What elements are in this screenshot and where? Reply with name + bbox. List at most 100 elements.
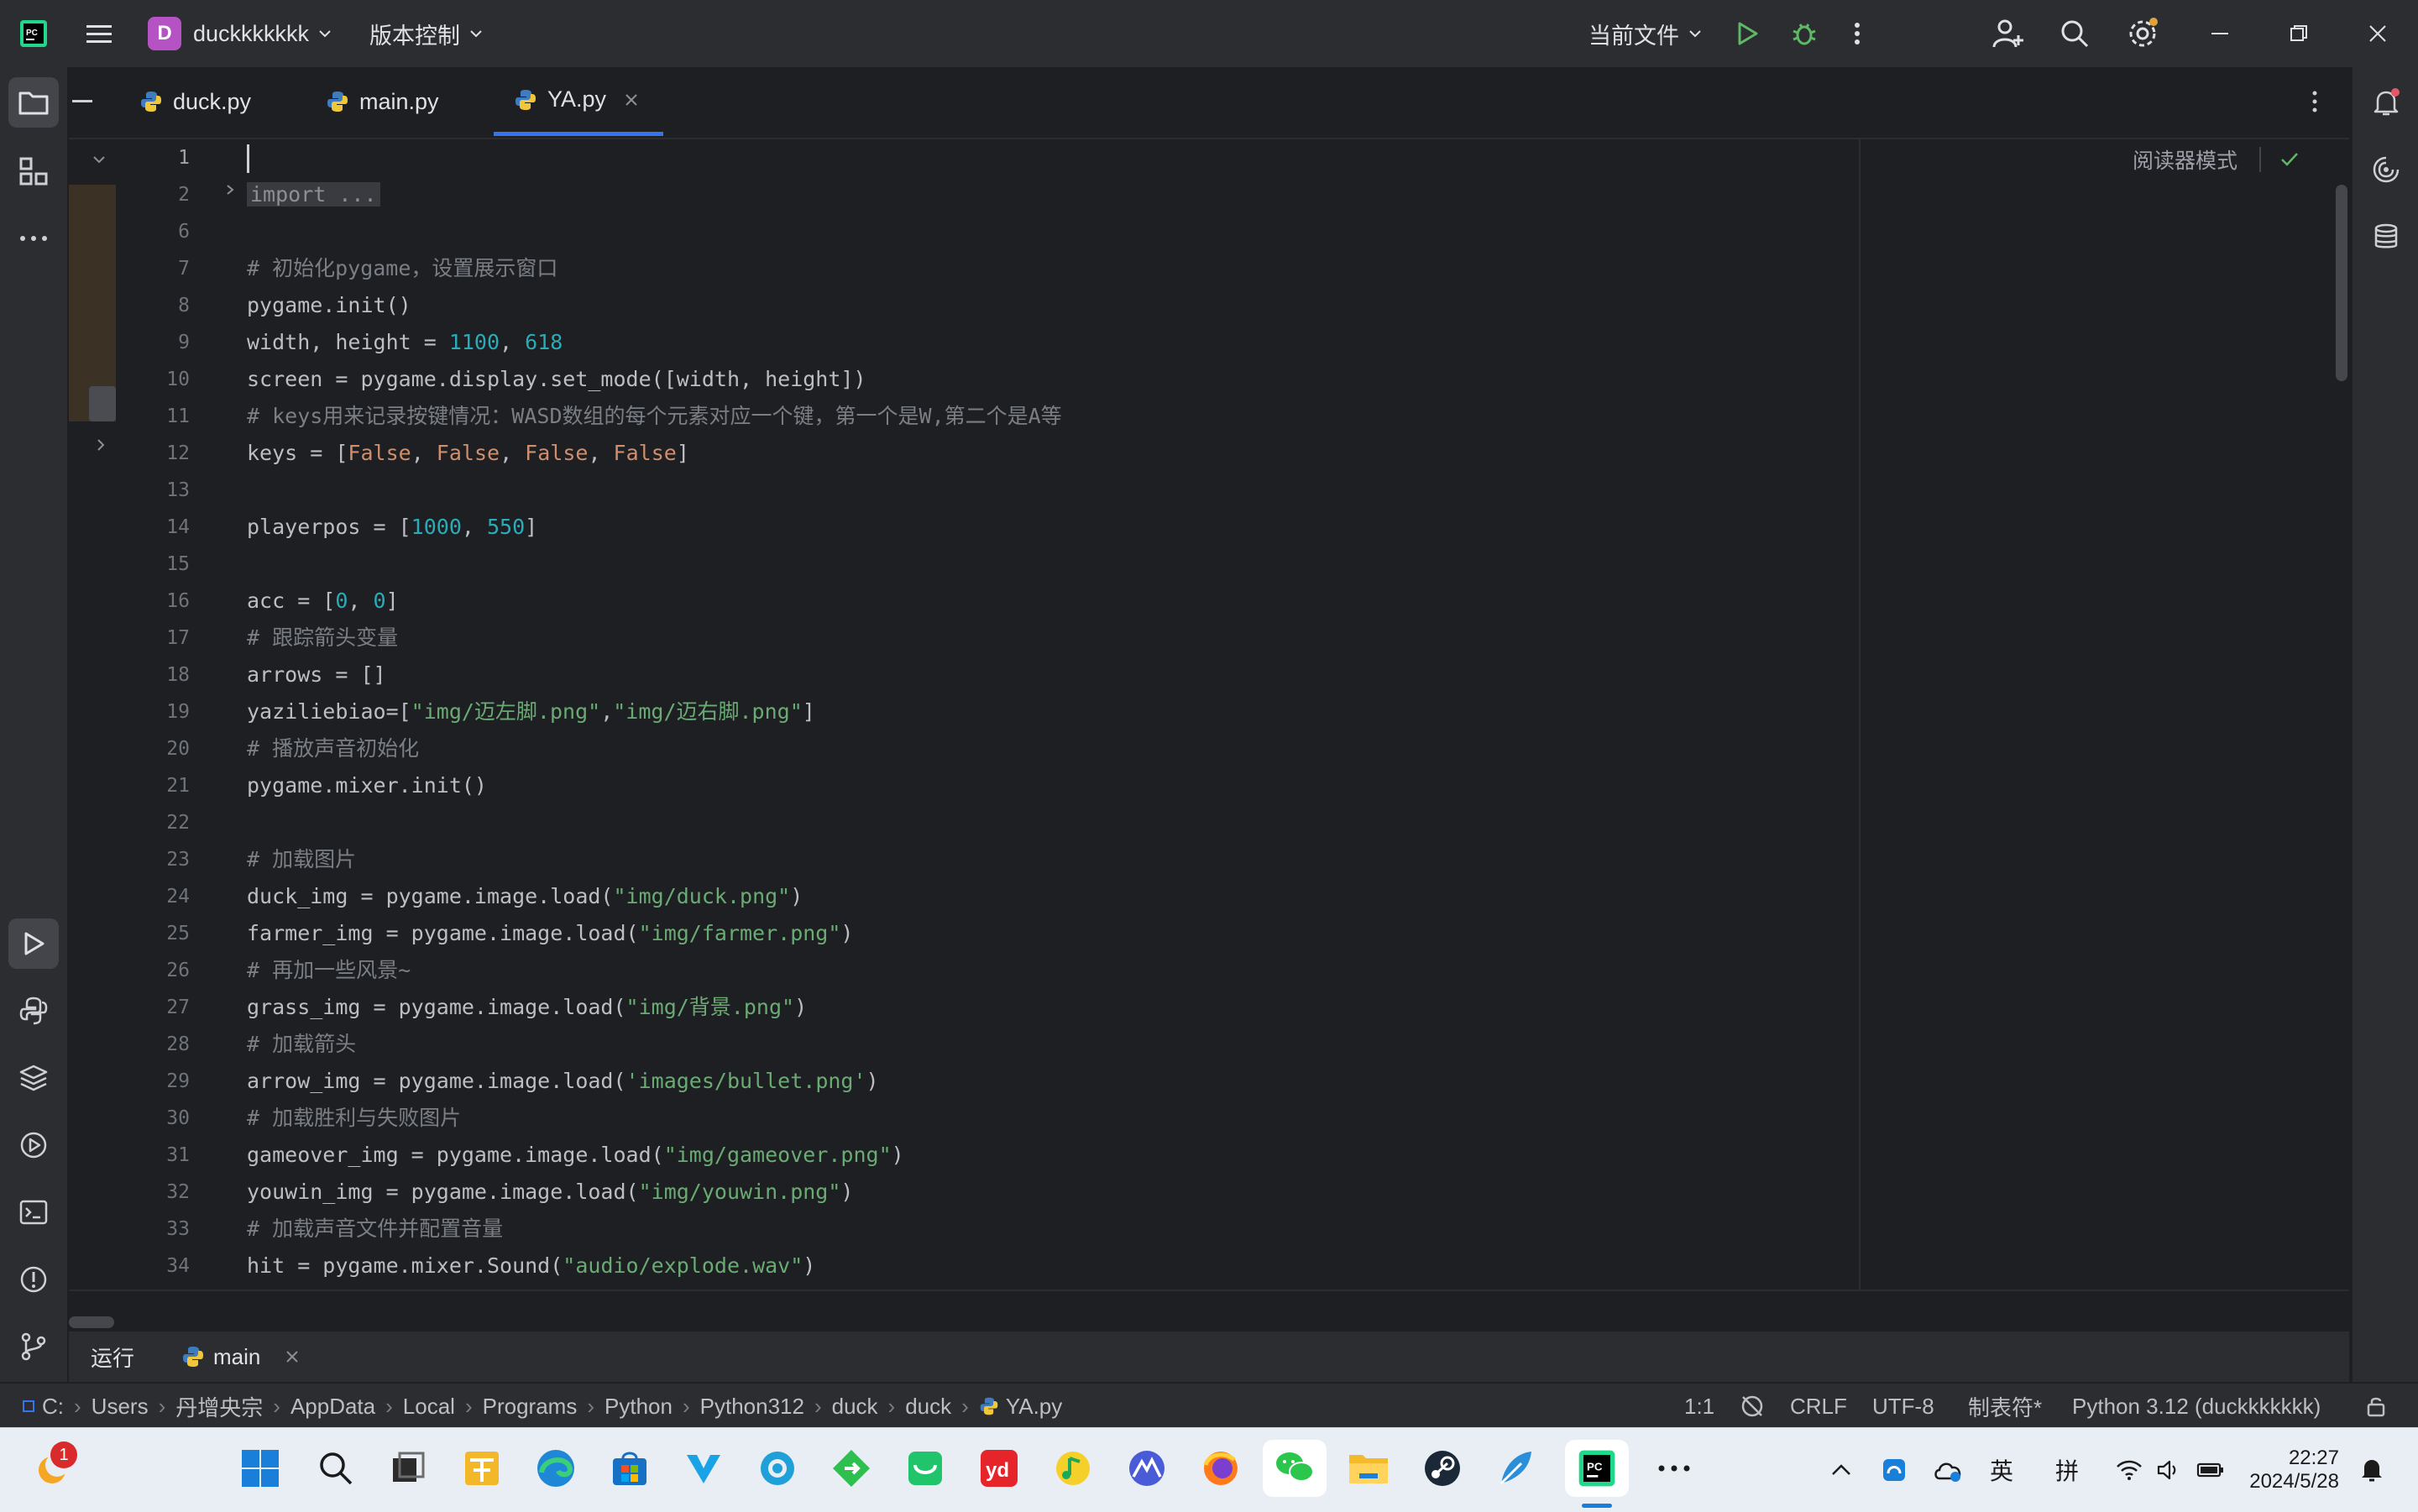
horizontal-scrollbar[interactable] <box>69 1316 114 1328</box>
structure-icon[interactable] <box>8 146 59 196</box>
edge-browser-icon[interactable] <box>531 1443 581 1494</box>
code-line[interactable]: youwin_img = pygame.image.load("img/youw… <box>247 1174 853 1211</box>
close-run-tab-icon[interactable] <box>285 1350 299 1363</box>
code-line[interactable]: playerpos = [1000, 550] <box>247 509 537 546</box>
settings-gear-icon[interactable] <box>2126 0 2159 67</box>
tab-main-py[interactable]: main.py <box>326 67 439 136</box>
volume-icon[interactable] <box>2156 1428 2181 1512</box>
code-line[interactable]: acc = [0, 0] <box>247 583 399 620</box>
windows-start-icon[interactable] <box>235 1443 285 1494</box>
tab-options-icon[interactable] <box>2311 67 2319 136</box>
onedrive-icon[interactable] <box>1933 1428 1963 1512</box>
tab-ya-py[interactable]: YA.py <box>494 67 663 136</box>
breadcrumb-item[interactable]: Users <box>92 1394 149 1420</box>
breadcrumb-item[interactable]: C: <box>42 1394 64 1420</box>
fold-expand-icon[interactable] <box>223 183 237 196</box>
project-folder-icon[interactable] <box>8 77 59 128</box>
power-save-icon[interactable] <box>1740 1384 1765 1429</box>
close-window-icon[interactable] <box>2368 0 2388 67</box>
chevron-down-icon[interactable] <box>91 151 107 168</box>
notifications-bell-icon[interactable] <box>2361 77 2411 128</box>
scroll-thumb[interactable] <box>89 386 116 421</box>
code-line[interactable]: grass_img = pygame.image.load("img/背景.pn… <box>247 989 807 1026</box>
breadcrumb-item[interactable]: duck <box>832 1394 878 1420</box>
run-icon[interactable] <box>1733 0 1761 67</box>
code-line[interactable]: duck_img = pygame.image.load("img/duck.p… <box>247 878 803 915</box>
wechat-icon[interactable] <box>1263 1440 1327 1497</box>
app-mountain-icon[interactable] <box>1122 1443 1172 1494</box>
show-hidden-icons-icon[interactable] <box>1830 1428 1852 1512</box>
pycharm-logo-icon[interactable]: PC <box>18 0 49 67</box>
code-editor[interactable]: import ... # 初始化pygame，设置展示窗口 pygame.init(… <box>240 139 1861 1290</box>
clock[interactable]: 22:27 2024/5/28 <box>2247 1428 2339 1512</box>
tab-duck-py[interactable]: duck.py <box>139 67 251 136</box>
battery-icon[interactable] <box>2196 1428 2225 1512</box>
breadcrumb-item[interactable]: Python312 <box>700 1394 804 1420</box>
close-tab-icon[interactable] <box>625 93 638 107</box>
more-tools-icon[interactable] <box>8 213 59 264</box>
main-menu-icon[interactable] <box>84 0 114 67</box>
steam-icon[interactable] <box>1417 1443 1468 1494</box>
code-line[interactable]: pygame.init() <box>247 287 411 324</box>
ime-mode[interactable]: 拼 <box>2055 1428 2079 1512</box>
pycharm-taskbar-icon[interactable]: PC <box>1565 1440 1629 1497</box>
code-line[interactable]: # keys用来记录按键情况：WASD数组的每个元素对应一个键，第一个是W,第二… <box>247 398 1062 435</box>
code-line[interactable]: # 播放声音初始化 <box>247 730 419 767</box>
breadcrumb-item[interactable]: YA.py <box>1006 1394 1062 1420</box>
chevron-right-icon[interactable] <box>92 437 109 453</box>
app-green-chat-icon[interactable] <box>900 1443 950 1494</box>
project-selector[interactable]: D duckkkkkkk <box>148 0 332 67</box>
breadcrumb-item[interactable]: AppData <box>290 1394 375 1420</box>
python-packages-icon[interactable] <box>8 1053 59 1103</box>
code-line[interactable]: yaziliebiao=["img/迈左脚.png","img/迈右脚.png"… <box>247 693 815 730</box>
breadcrumb-item[interactable]: 丹增央宗 <box>175 1391 263 1422</box>
lock-icon[interactable] <box>2364 1384 2388 1429</box>
breadcrumb-item[interactable]: duck <box>905 1394 951 1420</box>
breadcrumb-item[interactable]: Local <box>403 1394 455 1420</box>
code-line[interactable]: arrows = [] <box>247 657 386 693</box>
python-console-icon[interactable] <box>8 986 59 1036</box>
code-line[interactable]: farmer_img = pygame.image.load("img/farm… <box>247 915 853 952</box>
code-line[interactable]: # 加载声音文件并配置音量 <box>247 1211 503 1248</box>
code-line[interactable]: width, height = 1100, 618 <box>247 324 563 361</box>
line-separator[interactable]: CRLF <box>1790 1384 1847 1429</box>
file-explorer-icon[interactable] <box>1343 1443 1394 1494</box>
code-line[interactable]: hit = pygame.mixer.Sound("audio/explode.… <box>247 1248 815 1284</box>
code-line[interactable]: # 加载图片 <box>247 841 356 878</box>
code-line[interactable]: # 跟踪箭头变量 <box>247 620 398 657</box>
app-green-arrows-icon[interactable] <box>826 1443 877 1494</box>
code-line[interactable]: gameover_img = pygame.image.load("img/ga… <box>247 1137 904 1174</box>
vertical-scrollbar[interactable] <box>2336 185 2347 381</box>
task-view-icon[interactable] <box>383 1443 433 1494</box>
vcs-menu[interactable]: 版本控制 <box>369 0 484 67</box>
folded-imports[interactable]: import ... <box>247 182 380 207</box>
app-feather-icon[interactable] <box>1491 1443 1541 1494</box>
file-encoding[interactable]: UTF-8 <box>1872 1384 1934 1429</box>
restore-icon[interactable] <box>2289 0 2309 67</box>
code-line[interactable]: keys = [False, False, False, False] <box>247 435 689 472</box>
caret-position[interactable]: 1:1 <box>1684 1384 1714 1429</box>
youdao-dictionary-icon[interactable]: yd <box>974 1443 1024 1494</box>
database-icon[interactable] <box>2361 212 2411 262</box>
code-line[interactable]: # 加载箭头 <box>247 1026 356 1063</box>
debug-icon[interactable] <box>1790 0 1819 67</box>
code-line[interactable]: screen = pygame.display.set_mode([width,… <box>247 361 866 398</box>
tray-app-icon[interactable] <box>1881 1428 1908 1512</box>
firefox-browser-icon[interactable] <box>1196 1443 1246 1494</box>
reader-mode-toggle[interactable]: 阅读器模式 <box>2133 143 2300 176</box>
add-user-icon[interactable] <box>1991 0 2025 67</box>
more-apps-icon[interactable] <box>1649 1443 1699 1494</box>
notification-center-bell-icon[interactable] <box>2359 1428 2384 1512</box>
search-icon[interactable] <box>311 1443 361 1494</box>
code-line[interactable]: # 加载胜利与失败图片 <box>247 1100 461 1137</box>
collapse-panel-icon[interactable] <box>72 67 102 136</box>
ai-assistant-icon[interactable] <box>2361 144 2411 195</box>
python-interpreter[interactable]: Python 3.12 (duckkkkkkk) <box>2072 1384 2321 1429</box>
code-line[interactable]: import ... <box>247 176 380 213</box>
code-line[interactable]: # 初始化pygame，设置展示窗口 <box>247 250 557 287</box>
run-tool-icon[interactable] <box>8 918 59 969</box>
breadcrumb-item[interactable]: Programs <box>483 1394 578 1420</box>
services-icon[interactable] <box>8 1120 59 1170</box>
app-browser-icon[interactable] <box>752 1443 803 1494</box>
breadcrumb-item[interactable]: Python <box>604 1394 673 1420</box>
